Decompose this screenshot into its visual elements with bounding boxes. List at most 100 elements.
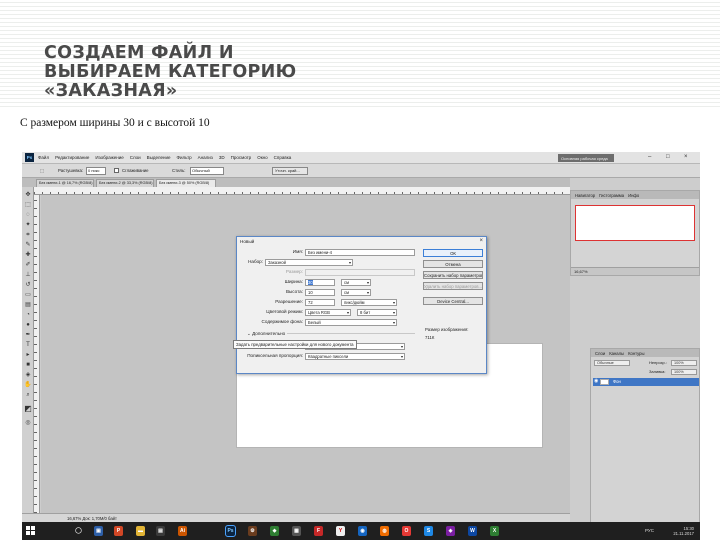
layer-row[interactable]: ◉ Фон: [593, 378, 699, 386]
3d-rotate-icon[interactable]: ◈: [24, 371, 32, 379]
tab-document-1[interactable]: Без имени-1 @ 16,7% (RGB/8): [36, 179, 94, 187]
type-tool-icon[interactable]: T: [24, 341, 32, 349]
refine-edge-button[interactable]: Уточн. край...: [272, 167, 308, 175]
blend-mode-select[interactable]: Обычные: [594, 360, 630, 366]
menu-analysis[interactable]: Анализ: [198, 155, 213, 160]
eraser-tool-icon[interactable]: ▭: [24, 291, 32, 299]
history-brush-icon[interactable]: ↺: [24, 281, 32, 289]
workspace-switcher[interactable]: Основная рабочая среда: [558, 154, 614, 162]
firefox-icon[interactable]: ◍: [380, 526, 389, 536]
store-icon[interactable]: ▤: [156, 526, 165, 536]
tab-document-3[interactable]: Без имени-3 @ 50% (RGB/8): [156, 179, 216, 187]
tab-info[interactable]: Инфо: [628, 193, 639, 198]
crop-tool-icon[interactable]: ⌗: [24, 231, 32, 239]
feather-input[interactable]: 0 пикс: [86, 167, 106, 175]
hand-tool-icon[interactable]: ✋: [24, 381, 32, 389]
photoshop-taskbar-icon[interactable]: Ps: [225, 525, 236, 537]
dodge-tool-icon[interactable]: ●: [24, 321, 32, 329]
folder-icon[interactable]: ▬: [136, 526, 145, 536]
lasso-tool-icon[interactable]: ◌: [24, 211, 32, 219]
menu-layers[interactable]: Слои: [130, 155, 141, 160]
app-icon[interactable]: ◈: [446, 526, 455, 536]
app-icon[interactable]: ⚙: [248, 526, 257, 536]
gradient-tool-icon[interactable]: ▤: [24, 301, 32, 309]
navigator-zoom[interactable]: 16,67%: [571, 267, 699, 275]
device-central-button[interactable]: Device Central...: [423, 297, 483, 305]
opera-icon[interactable]: O: [402, 526, 411, 536]
name-input[interactable]: Без имени-4: [305, 249, 415, 256]
set-select[interactable]: Заказной ▾: [265, 259, 353, 266]
style-select[interactable]: Обычный: [190, 167, 224, 175]
tab-navigator[interactable]: Навигатор: [575, 193, 595, 198]
menu-image[interactable]: Изображение: [95, 155, 123, 160]
visibility-eye-icon[interactable]: ◉: [594, 378, 598, 384]
resolution-input[interactable]: 72: [305, 299, 335, 306]
menu-view[interactable]: Просмотр: [231, 155, 252, 160]
menu-window[interactable]: Окно: [257, 155, 267, 160]
illustrator-icon[interactable]: Ai: [178, 526, 187, 536]
cancel-button[interactable]: Отмена: [423, 260, 483, 268]
menu-edit[interactable]: Редактирование: [55, 155, 89, 160]
app-icon[interactable]: ◆: [270, 526, 279, 536]
language-indicator[interactable]: РУС: [645, 528, 654, 533]
pen-tool-icon[interactable]: ✒: [24, 331, 32, 339]
clock[interactable]: 15:30 21.11.2017: [673, 526, 694, 536]
menu-3d[interactable]: 3D: [219, 155, 225, 160]
tab-document-2[interactable]: Без имени-2 @ 33,3% (RGB/8): [96, 179, 154, 187]
path-selection-icon[interactable]: ▸: [24, 351, 32, 359]
width-input[interactable]: 30: [305, 279, 335, 286]
smooth-checkbox[interactable]: [114, 168, 119, 173]
background-select[interactable]: Белый ▾: [305, 319, 397, 326]
eyedropper-icon[interactable]: ✎: [24, 241, 32, 249]
save-preset-button[interactable]: Сохранить набор параметров...: [423, 271, 483, 279]
menu-filter[interactable]: Фильтр: [177, 155, 192, 160]
excel-icon[interactable]: X: [490, 526, 499, 536]
tab-histogram[interactable]: Гистограмма: [599, 193, 624, 198]
brush-tool-icon[interactable]: ✐: [24, 261, 32, 269]
menu-select[interactable]: Выделение: [147, 155, 171, 160]
yandex-browser-icon[interactable]: Y: [336, 526, 345, 536]
color-depth-select[interactable]: 8 бит ▾: [357, 309, 397, 316]
width-unit-select[interactable]: см ▾: [341, 279, 371, 286]
task-view-icon[interactable]: ▣: [94, 526, 103, 536]
marquee-tool-icon[interactable]: ⬚: [24, 201, 32, 209]
height-input[interactable]: 10: [305, 289, 335, 296]
tab-layers[interactable]: Слои: [595, 351, 605, 356]
navigator-preview[interactable]: [575, 205, 695, 241]
stamp-tool-icon[interactable]: ⊥: [24, 271, 32, 279]
fill-input[interactable]: 100%: [671, 369, 697, 375]
powerpoint-icon[interactable]: P: [114, 526, 123, 536]
move-tool-icon[interactable]: ✥: [24, 191, 32, 199]
advanced-toggle[interactable]: ⌄ Дополнительно: [247, 331, 285, 337]
skype-icon[interactable]: S: [424, 526, 433, 536]
color-mode-select[interactable]: Цвета RGB ▾: [305, 309, 351, 316]
magic-wand-icon[interactable]: ✦: [24, 221, 32, 229]
pixel-aspect-select[interactable]: Квадратные пиксели ▾: [305, 353, 405, 360]
blur-tool-icon[interactable]: ◔: [24, 311, 32, 319]
shape-tool-icon[interactable]: ■: [24, 361, 32, 369]
healing-brush-icon[interactable]: ✚: [24, 251, 32, 259]
tab-channels[interactable]: Каналы: [609, 351, 624, 356]
app-icon[interactable]: ▦: [292, 526, 301, 536]
flash-icon[interactable]: F: [314, 526, 323, 536]
marquee-tool-icon[interactable]: ⬚: [40, 168, 44, 174]
app-icon[interactable]: ◉: [358, 526, 367, 536]
ok-button[interactable]: ОК: [423, 249, 483, 257]
quick-mask-icon[interactable]: ◎: [24, 419, 32, 427]
height-unit-select[interactable]: см ▾: [341, 289, 371, 296]
minimize-icon[interactable]: –: [648, 154, 654, 161]
word-icon[interactable]: W: [468, 526, 477, 536]
tab-paths[interactable]: Контуры: [628, 351, 644, 356]
menu-help[interactable]: Справка: [274, 155, 292, 160]
menu-file[interactable]: Файл: [38, 155, 49, 160]
opacity-input[interactable]: 100%: [671, 360, 697, 366]
zoom-tool-icon[interactable]: ⌕: [24, 391, 32, 399]
close-icon[interactable]: ×: [684, 154, 690, 161]
delete-preset-button[interactable]: Удалить набор параметров...: [423, 282, 483, 290]
resolution-unit-select[interactable]: пикс/дюйм ▾: [341, 299, 397, 306]
maximize-icon[interactable]: □: [666, 154, 672, 161]
search-icon[interactable]: ◯: [74, 526, 83, 536]
color-swatches-icon[interactable]: ◩: [24, 405, 32, 413]
dialog-close-icon[interactable]: ×: [479, 238, 483, 244]
windows-start-icon[interactable]: [26, 526, 35, 535]
